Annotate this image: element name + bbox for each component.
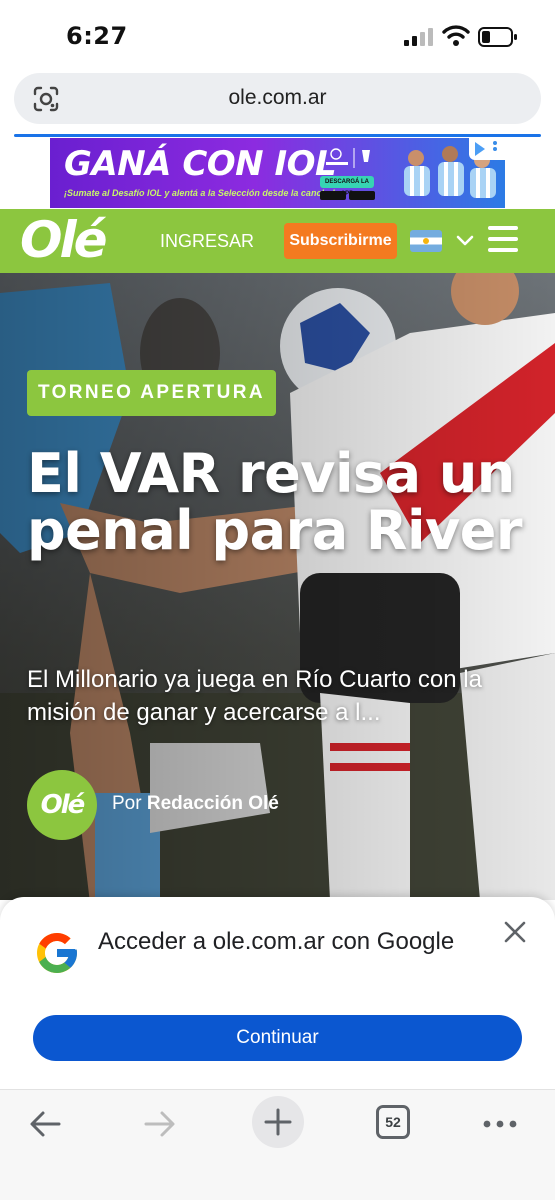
continue-button[interactable]: Continuar <box>33 1015 522 1061</box>
browser-toolbar: 52 <box>0 1089 555 1200</box>
google-signin-sheet: Acceder a ole.com.ar con Google Continua… <box>0 897 555 1089</box>
section-tag[interactable]: TORNEO APERTURA <box>27 370 276 416</box>
tabs-icon[interactable]: 52 <box>376 1105 410 1139</box>
signin-title: Acceder a ole.com.ar con Google <box>98 928 455 955</box>
adchoices-icon[interactable] <box>469 138 505 160</box>
close-icon[interactable] <box>502 919 528 945</box>
ad-title: GANÁ CON IOL <box>64 144 337 184</box>
chevron-down-icon[interactable] <box>455 232 475 250</box>
google-logo-icon <box>37 933 77 973</box>
article-summary[interactable]: El Millonario ya juega en Río Cuarto con… <box>27 663 527 729</box>
menu-icon[interactable] <box>488 226 518 252</box>
ad-banner[interactable]: GANÁ CON IOL ¡Sumate al Desafío IOL y al… <box>50 138 505 208</box>
signal-icon <box>404 28 434 46</box>
google-play-icon <box>349 191 375 200</box>
login-link[interactable]: INGRESAR <box>160 231 254 252</box>
article-headline[interactable]: El VAR revisa un penal para River <box>27 445 527 559</box>
new-tab-button[interactable] <box>252 1096 304 1148</box>
author-avatar[interactable]: Olé <box>27 770 97 840</box>
author-name[interactable]: Redacción Olé <box>147 793 279 814</box>
ad-download-badge: DESCARGÁ LA APP <box>320 176 374 197</box>
back-arrow-icon[interactable] <box>25 1104 65 1144</box>
article-byline: Por Redacción Olé <box>112 793 279 815</box>
battery-icon <box>478 27 517 47</box>
more-icon[interactable] <box>480 1104 520 1144</box>
app-store-icon <box>320 191 346 200</box>
site-header: Olé INGRESAR Subscribirme <box>0 209 555 273</box>
status-bar: 6:27 <box>0 0 555 70</box>
ad-subtitle: ¡Sumate al Desafío IOL y alentá a la Sel… <box>64 188 335 198</box>
url-text[interactable]: ole.com.ar <box>14 86 541 110</box>
argentina-flag-icon[interactable] <box>410 230 442 252</box>
hero-article[interactable]: TORNEO APERTURA El VAR revisa un penal p… <box>0 273 555 900</box>
address-bar[interactable]: ole.com.ar <box>14 73 541 124</box>
plus-icon <box>264 1108 292 1136</box>
forward-arrow-icon[interactable] <box>140 1104 180 1144</box>
page-load-progress <box>14 134 541 137</box>
ole-logo[interactable]: Olé <box>20 211 108 269</box>
byline-prefix: Por <box>112 793 142 814</box>
wifi-icon <box>442 25 470 46</box>
subscribe-button[interactable]: Subscribirme <box>284 223 397 259</box>
sponsor-logos-icon <box>326 148 370 168</box>
status-time: 6:27 <box>66 22 128 50</box>
